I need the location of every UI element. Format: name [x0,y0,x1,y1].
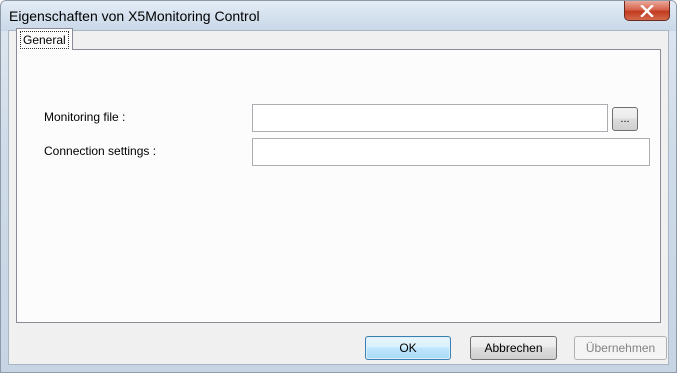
browse-button[interactable]: ... [612,107,638,131]
close-button[interactable] [624,1,670,21]
window-title: Eigenschaften von X5Monitoring Control [9,8,260,24]
title-bar[interactable]: Eigenschaften von X5Monitoring Control [1,1,676,31]
monitoring-file-input[interactable] [252,104,608,132]
ok-button[interactable]: OK [365,336,451,360]
close-icon [640,4,654,17]
apply-button[interactable]: Übernehmen [574,336,667,360]
connection-settings-input[interactable] [252,138,650,166]
cancel-button[interactable]: Abbrechen [470,336,557,360]
tab-general[interactable]: General [16,28,73,50]
tab-panel-general [16,49,661,323]
tab-general-label: General [20,30,69,49]
monitoring-file-label: Monitoring file : [44,110,126,124]
connection-settings-label: Connection settings : [44,144,157,158]
